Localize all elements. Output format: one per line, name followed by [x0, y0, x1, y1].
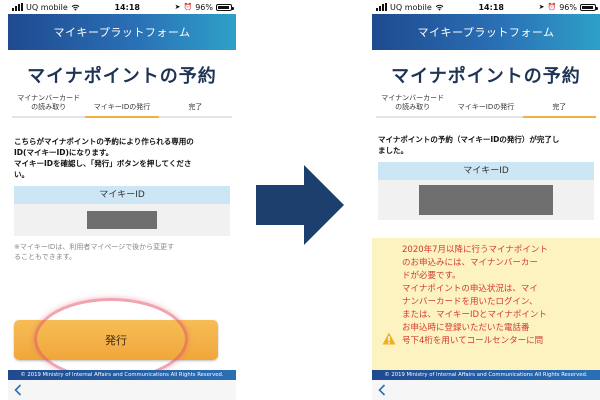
step-card-reading: マイナンバーカード の読み取り [12, 90, 86, 118]
browser-nav-bar [372, 380, 600, 400]
notice-line: ナンバーカードを用いたログイン、 [402, 297, 538, 307]
step-complete: 完了 [158, 90, 232, 118]
step-indicator: マイナンバーカード の読み取り マイキーIDの発行 完了 [372, 90, 600, 118]
step-label-line2: マイキーIDの発行 [93, 103, 151, 111]
copyright-footer: © 2019 Ministry of Internal Affairs and … [8, 370, 236, 380]
phone-screen-before: UQ mobile 14:18 ➤ ⏰ 96% マイキープラットフォーム マイナ… [8, 0, 236, 400]
message-line: い。 [14, 170, 29, 179]
note-line: ることもできます。 [14, 253, 77, 261]
chevron-left-icon[interactable] [14, 384, 22, 396]
carrier-label: UQ mobile [26, 2, 68, 12]
redacted-id [87, 211, 157, 229]
mykey-id-label: マイキーID [14, 186, 230, 204]
step-indicator: マイナンバーカード の読み取り マイキーIDの発行 完了 [8, 90, 236, 118]
copyright-footer: © 2019 Ministry of Internal Affairs and … [372, 370, 600, 380]
highlight-circle [34, 298, 188, 380]
mykey-id-value-box [378, 180, 594, 220]
step-label-line1: マイナンバーカード [381, 94, 445, 102]
main-content: こちらがマイナポイントの予約により作られる専用の ID(マイキーID)になります… [8, 136, 236, 262]
phone-screen-after: UQ mobile 14:18 ➤ ⏰ 96% マイキープラットフォーム マイナ… [372, 0, 600, 400]
notice-line: ドが必要です。 [402, 271, 461, 281]
location-icon: ➤ [538, 3, 545, 11]
clock-label: 14:18 [114, 2, 140, 12]
wifi-icon [71, 4, 80, 11]
signal-icon [12, 3, 23, 11]
browser-nav-bar [8, 380, 236, 400]
wifi-icon [435, 4, 444, 11]
notice-line: のお申込みには、マイナンバーカー [402, 258, 538, 268]
chevron-left-icon[interactable] [378, 384, 386, 396]
step-label-line2: 完了 [552, 103, 567, 111]
message-line: マイナポイントの予約（マイキーIDの発行）が完了し [378, 135, 560, 144]
mykey-id-panel: マイキーID [378, 162, 594, 220]
battery-icon [215, 3, 234, 11]
step-label-line2: 完了 [188, 103, 203, 111]
notice-line: 号下4桁を用いてコールセンターに問 [402, 336, 544, 346]
mykey-id-value-box [14, 204, 230, 236]
completion-message: マイナポイントの予約（マイキーIDの発行）が完了し ました。 [378, 134, 594, 156]
status-bar: UQ mobile 14:18 ➤ ⏰ 96% [372, 0, 600, 14]
mykey-id-panel: マイキーID [14, 186, 230, 236]
instruction-message: こちらがマイナポイントの予約により作られる専用の ID(マイキーID)になります… [14, 136, 230, 180]
carrier-label: UQ mobile [390, 2, 432, 12]
clock-label: 14:18 [478, 2, 504, 12]
notice-box: 2020年7月以降に行うマイナポイント のお申込みには、マイナンバーカー ドが必… [372, 238, 600, 378]
battery-icon [579, 3, 598, 11]
mykey-id-label: マイキーID [378, 162, 594, 180]
arrow-right-icon [256, 165, 344, 245]
step-label-line2: の読み取り [395, 103, 431, 111]
alarm-icon: ⏰ [547, 3, 557, 11]
page-title: マイナポイントの予約 [391, 66, 581, 87]
message-line: ID(マイキーID)になります。 [14, 148, 114, 157]
step-label-line1: マイナンバーカード [17, 94, 81, 102]
step-card-reading: マイナンバーカード の読み取り [376, 90, 450, 118]
step-mykey-issue: マイキーIDの発行 [449, 90, 523, 118]
step-mykey-issue: マイキーIDの発行 [85, 90, 159, 118]
redacted-id [419, 185, 553, 215]
change-note: ※マイキーIDは、利用者マイページで後から変更す ることもできます。 [14, 242, 230, 262]
battery-percent: 96% [195, 2, 213, 12]
note-line: ※マイキーIDは、利用者マイページで後から変更す [14, 243, 175, 251]
page-title: マイナポイントの予約 [27, 66, 217, 87]
notice-line: または、マイキーIDとマイナポイント [402, 310, 547, 320]
alarm-icon: ⏰ [183, 3, 193, 11]
message-line: マイキーIDを確認し、「発行」ボタンを押してくださ [14, 159, 192, 168]
step-complete: 完了 [522, 90, 596, 118]
status-bar: UQ mobile 14:18 ➤ ⏰ 96% [8, 0, 236, 14]
main-content: マイナポイントの予約（マイキーIDの発行）が完了し ました。 マイキーID [372, 134, 600, 220]
notice-line: お申込時に登録いただいた電話番 [402, 323, 530, 333]
signal-icon [376, 3, 387, 11]
message-line: こちらがマイナポイントの予約により作られる専用の [14, 137, 194, 146]
step-label-line2: マイキーIDの発行 [457, 103, 515, 111]
battery-percent: 96% [559, 2, 577, 12]
app-header: マイキープラットフォーム [8, 14, 236, 50]
message-line: ました。 [378, 146, 408, 155]
location-icon: ➤ [174, 3, 181, 11]
app-header: マイキープラットフォーム [372, 14, 600, 50]
warning-icon [382, 332, 396, 345]
step-label-line2: の読み取り [31, 103, 67, 111]
notice-line: 2020年7月以降に行うマイナポイント [402, 245, 548, 255]
notice-line: マイナポイントの申込状況は、マイ [402, 284, 538, 294]
